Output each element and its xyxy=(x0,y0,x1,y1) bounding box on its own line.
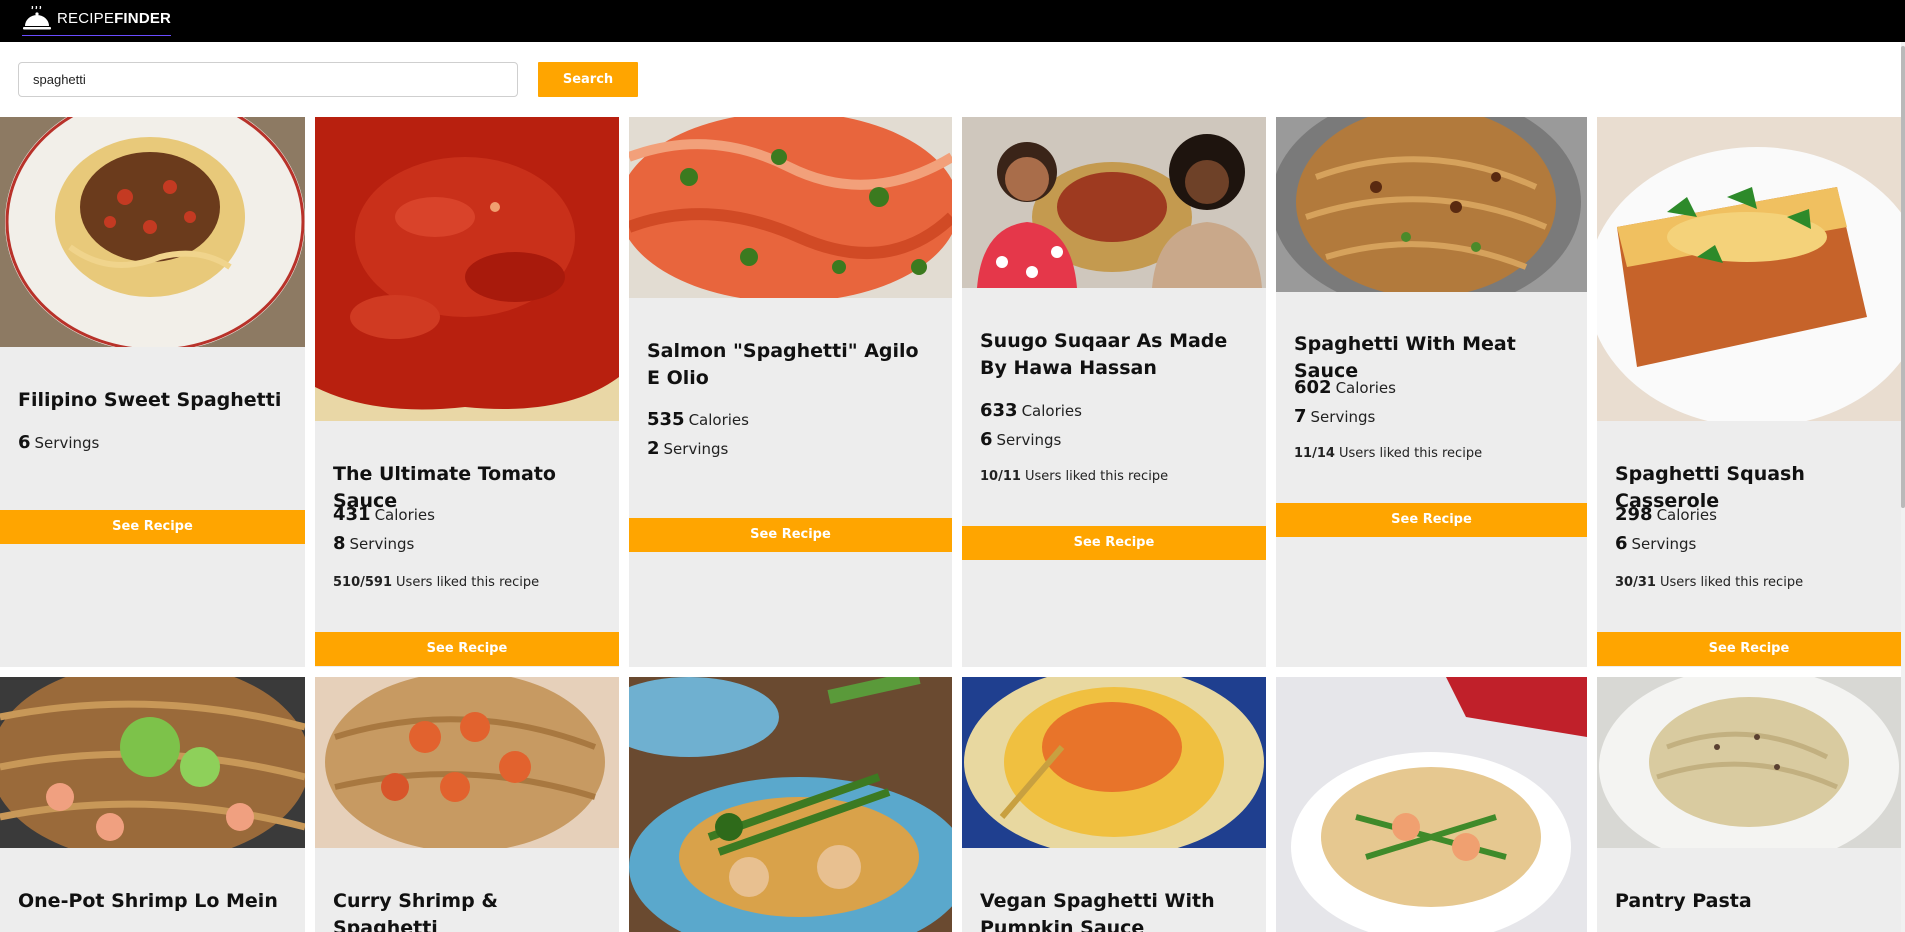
calories: 298 Calories xyxy=(1615,504,1717,525)
servings: 2 Servings xyxy=(647,438,729,459)
search-button[interactable]: Search xyxy=(538,62,638,97)
likes-count: 10/11 Users liked this recipe xyxy=(980,469,1169,484)
lo-mein-photo[interactable] xyxy=(0,677,305,848)
see-recipe-button[interactable]: See Recipe xyxy=(629,518,952,552)
curry-shrimp-photo[interactable] xyxy=(315,677,619,848)
see-recipe-button[interactable]: See Recipe xyxy=(0,510,305,544)
recipe-card: Vegan Spaghetti With Pumpkin Sauce xyxy=(962,677,1266,932)
spaghetti-plate-photo[interactable] xyxy=(0,117,305,347)
recipe-title[interactable]: Pantry Pasta xyxy=(1615,888,1887,915)
likes-count: 30/31 Users liked this recipe xyxy=(1615,575,1804,590)
casserole-photo[interactable] xyxy=(1597,117,1901,421)
recipe-card: Spaghetti Squash Casserole 298 Calories 6… xyxy=(1597,117,1901,667)
see-recipe-button[interactable]: See Recipe xyxy=(962,526,1266,560)
calories: 431 Calories xyxy=(333,504,435,525)
recipe-card: Spaghetti With Meat Sauce 602 Calories 7S… xyxy=(1276,117,1587,667)
calories: 535 Calories xyxy=(647,409,749,430)
brand-name: RECIPEFINDER xyxy=(57,10,172,27)
recipe-title[interactable]: Filipino Sweet Spaghetti xyxy=(18,387,291,414)
calories: 633 Calories xyxy=(980,400,1082,421)
recipe-card: Salmon "Spaghetti" Agilo E Olio 535 Calor… xyxy=(629,117,952,667)
recipe-card: The Ultimate Tomato Sauce 431 Calories 8S… xyxy=(315,117,619,667)
see-recipe-button[interactable]: See Recipe xyxy=(1597,632,1901,666)
recipe-card: Pantry Pasta xyxy=(1597,677,1901,932)
servings: 6 Servings xyxy=(18,432,100,453)
search-input[interactable] xyxy=(18,62,518,97)
likes-count: 510/591 Users liked this recipe xyxy=(333,575,540,590)
pantry-pasta-photo[interactable] xyxy=(1597,677,1901,848)
recipe-title[interactable]: Curry Shrimp & Spaghetti xyxy=(333,888,605,932)
recipe-card: Suugo Suqaar As Made By Hawa Hassan 633 C… xyxy=(962,117,1266,667)
calories: 602 Calories xyxy=(1294,377,1396,398)
cloche-icon xyxy=(23,5,51,29)
top-navbar: RECIPEFINDER xyxy=(0,0,1905,42)
recipefinder-logo[interactable]: RECIPEFINDER xyxy=(22,4,172,36)
recipe-title[interactable]: Vegan Spaghetti With Pumpkin Sauce xyxy=(980,888,1252,932)
recipe-title[interactable]: Suugo Suqaar As Made By Hawa Hassan xyxy=(980,328,1252,382)
shrimp-bowl-photo[interactable] xyxy=(1276,677,1587,932)
recipe-card: Filipino Sweet Spaghetti 6 Servings See R… xyxy=(0,117,305,667)
stir-fry-photo[interactable] xyxy=(629,677,952,932)
see-recipe-button[interactable]: See Recipe xyxy=(315,632,619,666)
people-pasta-photo[interactable] xyxy=(962,117,1266,288)
servings: 6 Servings xyxy=(1615,533,1697,554)
recipe-title[interactable]: One-Pot Shrimp Lo Mein xyxy=(18,888,291,915)
salmon-photo[interactable] xyxy=(629,117,952,298)
servings: 7 Servings xyxy=(1294,406,1376,427)
scrollbar-thumb[interactable] xyxy=(1901,46,1905,508)
likes-count: 11/14 Users liked this recipe xyxy=(1294,446,1483,461)
tomato-sauce-photo[interactable] xyxy=(315,117,619,421)
recipe-card: One-Pot Shrimp Lo Mein xyxy=(0,677,305,932)
recipe-card: Curry Shrimp & Spaghetti xyxy=(315,677,619,932)
servings: 6 Servings xyxy=(980,429,1062,450)
meat-sauce-pan-photo[interactable] xyxy=(1276,117,1587,292)
recipe-card xyxy=(629,677,952,932)
recipe-title[interactable]: Salmon "Spaghetti" Agilo E Olio xyxy=(647,338,938,392)
pumpkin-sauce-photo[interactable] xyxy=(962,677,1266,848)
servings: 8 Servings xyxy=(333,533,415,554)
see-recipe-button[interactable]: See Recipe xyxy=(1276,503,1587,537)
recipe-card xyxy=(1276,677,1587,932)
